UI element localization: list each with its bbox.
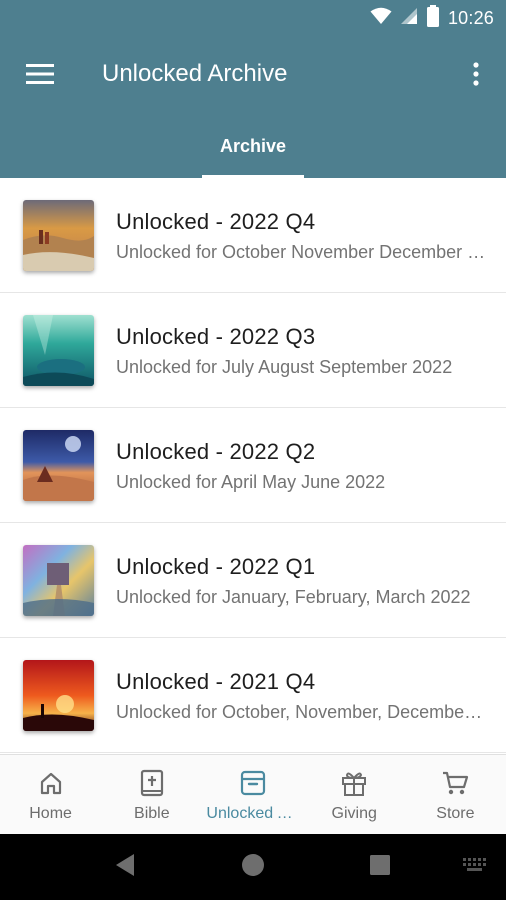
keyboard-icon [462,857,488,878]
tab-archive-label: Archive [219,136,287,156]
back-button[interactable] [110,852,140,882]
app-bar: Unlocked Archive Archive [0,36,506,178]
bottom-navigation: Home Bible Unlocked Archive Giving Store [0,754,506,834]
system-navigation-bar [0,834,506,900]
gift-icon [338,767,370,799]
cell-signal-icon [400,7,418,30]
home-system-button[interactable] [238,852,268,882]
archive-list: Unlocked - 2022 Q4 Unlocked for October … [0,178,506,754]
nav-item-bible[interactable]: Bible [101,755,202,834]
item-title: Unlocked - 2021 Q4 [116,669,316,694]
status-icons: 10:26 [370,4,494,32]
item-subtitle: Unlocked for April May June 2022 [116,472,386,492]
tab-archive[interactable]: Archive [202,120,304,178]
nav-label-home: Home [29,805,72,822]
nav-item-store[interactable]: Store [405,755,506,834]
nav-item-home[interactable]: Home [0,755,101,834]
nav-item-giving[interactable]: Giving [304,755,405,834]
home-icon [35,767,67,799]
nav-label-giving: Giving [331,805,377,822]
bible-icon [136,767,168,799]
item-subtitle: Unlocked for January, February, March 20… [116,587,471,607]
list-item[interactable]: Unlocked - 2022 Q1 Unlocked for January,… [0,523,506,638]
item-subtitle: Unlocked for July August September 2022 [116,357,453,377]
night-desert-planet-thumbnail [23,430,94,501]
nav-label-bible: Bible [134,805,170,822]
home-circle-icon [241,853,265,882]
item-title: Unlocked - 2022 Q4 [116,209,316,234]
item-title: Unlocked - 2022 Q1 [116,554,316,579]
list-item[interactable]: Unlocked - 2022 Q2 Unlocked for April Ma… [0,408,506,523]
rainbow-temple-bridge-thumbnail [23,545,94,616]
more-options-button[interactable] [462,56,490,96]
list-item[interactable]: Unlocked - 2021 Q4 Unlocked for October,… [0,638,506,753]
page-title: Unlocked Archive [102,60,288,87]
nav-item-unlocked-archive[interactable]: Unlocked Archive [202,755,304,834]
keyboard-button[interactable] [460,852,490,882]
more-vertical-icon [473,61,479,91]
cart-icon [439,767,471,799]
item-subtitle: Unlocked for October, November, December… [116,702,486,722]
underwater-scene-thumbnail [23,315,94,386]
item-title: Unlocked - 2022 Q3 [116,324,316,349]
list-item[interactable]: Unlocked - 2022 Q4 Unlocked for October … [0,178,506,293]
back-triangle-icon [114,853,136,882]
menu-button[interactable] [20,56,60,96]
nav-label-unlocked-archive: Unlocked Archive [206,805,303,822]
battery-icon [426,4,440,32]
status-time: 10:26 [447,7,494,28]
recents-square-icon [369,854,391,881]
list-item[interactable]: Unlocked - 2022 Q3 Unlocked for July Aug… [0,293,506,408]
wifi-icon [370,7,392,30]
nav-label-store: Store [436,805,475,822]
archive-icon [237,767,269,799]
recents-button[interactable] [365,852,395,882]
status-bar: 10:26 [0,0,506,36]
item-title: Unlocked - 2022 Q2 [116,439,316,464]
item-subtitle: Unlocked for October November December 2… [116,242,486,262]
fiery-sky-thumbnail [23,660,94,731]
hamburger-menu-icon [26,63,54,90]
desert-sunset-figures-thumbnail [23,200,94,271]
